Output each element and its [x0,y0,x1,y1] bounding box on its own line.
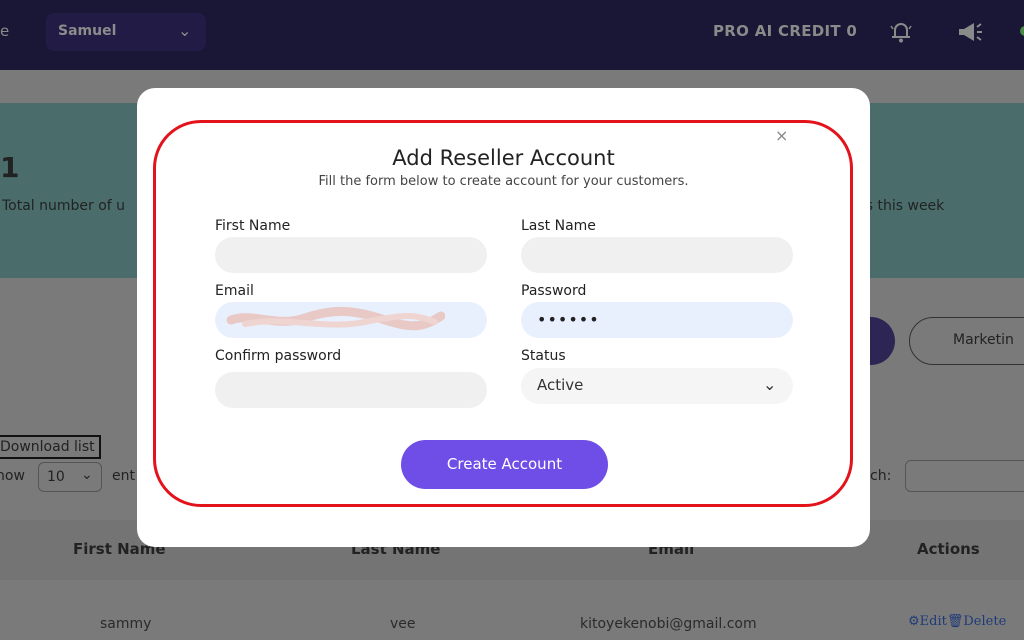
status-label: Status [521,348,566,364]
last-name-label: Last Name [521,218,596,234]
page: e Samuel ⌄ PRO AI CREDIT 0 1 Total numbe… [0,0,1024,640]
marketing-label: Marketin [953,332,1014,348]
add-reseller-modal: × Add Reseller Account Fill the form bel… [137,88,870,547]
header-actions: Actions [917,540,980,558]
row-email: kitoyekenobi@gmail.com [580,616,757,632]
delete-link[interactable]: Delete [963,614,1006,629]
last-name-field[interactable] [521,237,793,273]
search-label: ch: [870,468,892,484]
nav-fragment: e [0,22,10,40]
show-label: how [0,468,25,484]
row-actions: ⚙Edit🗑Delete [908,614,1006,629]
first-name-field[interactable] [215,237,487,273]
entries-select[interactable]: 10 ⌄ [38,462,102,492]
search-input[interactable] [905,460,1024,492]
row-last-name: vee [390,616,416,632]
stats-count: 1 [0,151,20,184]
password-value: •••••• [537,310,600,329]
edit-link[interactable]: Edit [920,614,947,629]
entries-label: ent [112,468,135,484]
row-first-name: sammy [100,616,152,632]
chevron-down-icon: ⌄ [178,21,192,40]
edit-icon: ⚙ [908,614,920,629]
email-label: Email [215,283,254,299]
modal-title: Add Reseller Account [392,146,615,170]
marketing-button[interactable]: Marketin [909,317,1024,365]
pro-ai-credit: PRO AI CREDIT 0 [713,22,858,40]
chevron-down-icon: ⌄ [81,467,93,483]
entries-value: 10 [47,469,65,485]
password-label: Password [521,283,587,299]
user-select[interactable]: Samuel ⌄ [46,13,206,51]
bell-icon[interactable] [887,18,915,46]
modal-subtitle: Fill the form below to create account fo… [318,174,689,189]
status-select[interactable]: Active ⌄ [521,368,793,404]
status-value: Active [537,376,584,394]
close-icon[interactable]: × [775,126,788,145]
chevron-down-icon: ⌄ [763,375,777,394]
confirm-password-label: Confirm password [215,348,342,364]
password-field[interactable]: •••••• [521,302,793,338]
email-field[interactable] [215,302,487,338]
trash-icon: 🗑 [946,614,964,629]
redacted-email-scribble [226,307,445,331]
stats-total-text: Total number of u [2,198,126,214]
status-dot [1020,26,1024,36]
top-navbar: e Samuel ⌄ PRO AI CREDIT 0 [0,0,1024,70]
first-name-label: First Name [215,218,291,234]
stats-week-text: rs this week [860,198,945,214]
confirm-password-field[interactable] [215,372,487,408]
download-list-button[interactable]: Download list [0,435,101,459]
megaphone-icon[interactable] [955,18,985,46]
create-account-button[interactable]: Create Account [401,440,608,489]
user-name: Samuel [58,23,117,39]
